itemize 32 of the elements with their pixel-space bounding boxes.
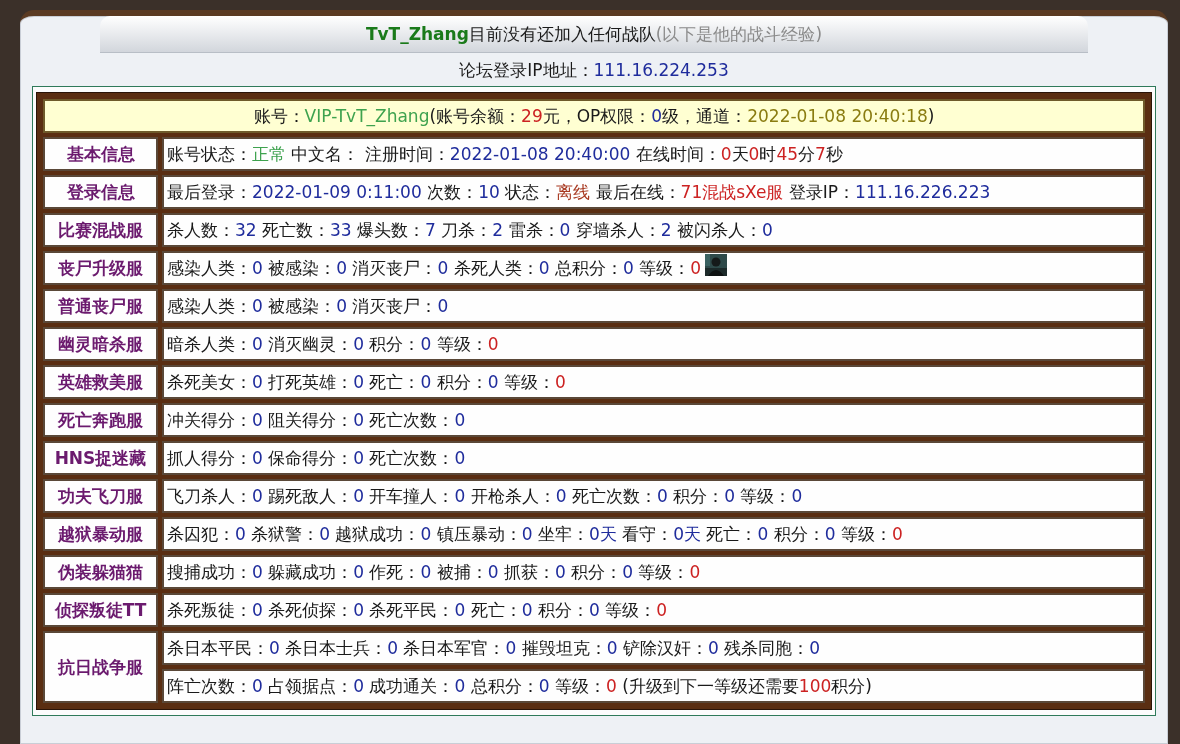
cell-text: 飞刀杀人：0 踢死敌人：0 开车撞人：0 开枪杀人：0 死亡次数：0 积分：0 等级：0 [167, 484, 803, 508]
cell-text: 杀囚犯：0 杀狱警：0 越狱成功：0 镇压暴动：0 坐牢：0天 看守：0天 死亡：0 积分：0 等级：0 [167, 522, 903, 546]
cell-text: 杀日本平民：0 杀日本士兵：0 杀日本军官：0 摧毁坦克：0 铲除汉奸：0 残杀同胞：0 [167, 636, 820, 660]
row-header-cell: 英雄救美服 [43, 365, 158, 399]
cell-text: 最后登录：2022-01-09 0:11:00 次数：10 状态：离线 最后在线：71混战sXe服 登录IP：111.16.226.223 [167, 180, 991, 204]
row-header-cell: 登录信息 [43, 175, 158, 209]
row-header-cell: 幽灵暗杀服 [43, 327, 158, 361]
row-header-cell: 普通丧尸服 [43, 289, 158, 323]
cell-text: 杀人数：32 死亡数：33 爆头数：7 刀杀：2 雷杀：0 穿墙杀人：2 被闪杀人：0 [167, 218, 773, 242]
row-header-cell: 死亡奔跑服 [43, 403, 158, 437]
row-header-cell: 比赛混战服 [43, 213, 158, 247]
forum-ip-text: 论坛登录IP地址：111.16.224.253 [459, 59, 729, 82]
row-header-cell: 基本信息 [43, 137, 158, 171]
cell-text: 冲关得分：0 阻关得分：0 死亡次数：0 [167, 408, 466, 432]
cell-text: 抓人得分：0 保命得分：0 死亡次数：0 [167, 446, 466, 470]
cell-text: 账号状态：正常 中文名： 注册时间：2022-01-08 20:40:00 在线时间：0天0时45分7秒 [167, 142, 843, 166]
row-header-cell: 越狱暴动服 [43, 517, 158, 551]
header-title: TvT_Zhang目前没有还加入任何战队(以下是他的战斗经验) [365, 22, 823, 46]
row-header-cell: 功夫飞刀服 [43, 479, 158, 513]
cell-text: 暗杀人类：0 消灭幽灵：0 积分：0 等级：0 [167, 332, 499, 356]
row-header-cell: 抗日战争服 [43, 631, 158, 703]
cell-text: 搜捕成功：0 躲藏成功：0 作死：0 被捕：0 抓获：0 积分：0 等级：0 [167, 560, 701, 584]
cell-text: 感染人类：0 被感染：0 消灭丧尸：0 杀死人类：0 总积分：0 等级：0 [167, 256, 701, 280]
row-header-cell: 丧尸升级服 [43, 251, 158, 285]
cell-text: 感染人类：0 被感染：0 消灭丧尸：0 [167, 294, 449, 318]
account-text: 账号：VIP-TvT_Zhang(账号余额：29元，OP权限：0级，通道：2022-01-08 20:40:18) [253, 104, 935, 128]
cell-text: 阵亡次数：0 占领据点：0 成功通关：0 总积分：0 等级：0 (升级到下一等级还需要100积分) [167, 674, 872, 698]
cell-text: 杀死美女：0 打死英雄：0 死亡：0 积分：0 等级：0 [167, 370, 566, 394]
row-header-cell: HNS捉迷藏 [43, 441, 158, 475]
row-header-cell: 伪装躲猫猫 [43, 555, 158, 589]
cell-text: 杀死叛徒：0 杀死侦探：0 杀死平民：0 死亡：0 积分：0 等级：0 [167, 598, 667, 622]
row-header-cell: 侦探叛徒TT [43, 593, 158, 627]
